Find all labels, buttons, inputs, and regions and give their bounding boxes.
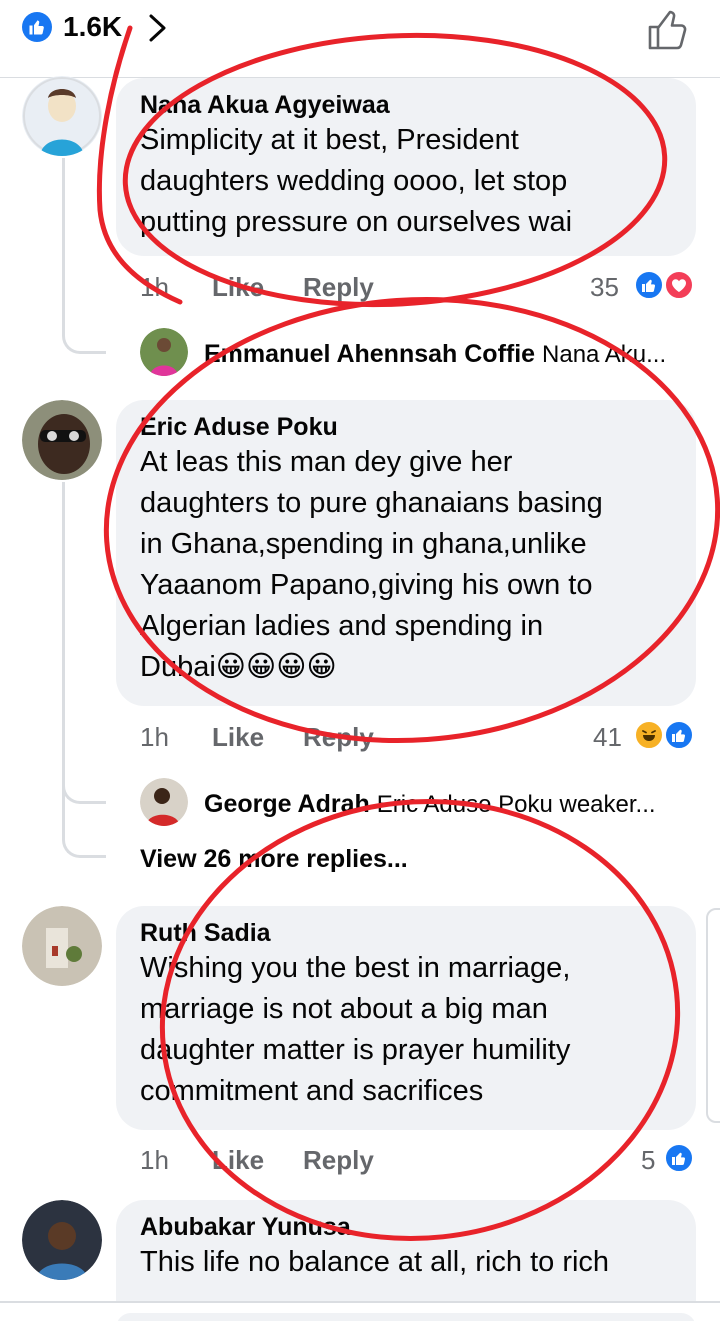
comment-reaction-count[interactable]: 5 bbox=[641, 1145, 655, 1176]
avatar[interactable] bbox=[22, 1200, 102, 1280]
comment-reaction-count[interactable]: 41 bbox=[593, 722, 622, 753]
reply-avatar[interactable] bbox=[140, 328, 188, 376]
chevron-right-icon[interactable] bbox=[146, 12, 170, 44]
comment-author[interactable]: Ruth Sadia bbox=[140, 918, 672, 948]
write-comment-field[interactable] bbox=[116, 1313, 696, 1321]
avatar[interactable] bbox=[22, 76, 102, 156]
reply-author[interactable]: Emmanuel Ahennsah Coffie bbox=[204, 340, 535, 368]
love-reaction-icon bbox=[664, 270, 694, 300]
reply-preview[interactable]: Emmanuel Ahennsah Coffie Nana Aku... bbox=[204, 340, 666, 369]
reply-button[interactable]: Reply bbox=[303, 272, 374, 303]
thumbs-up-outline-icon[interactable] bbox=[646, 8, 690, 52]
reply-text: Eric Aduse Poku weaker... bbox=[376, 791, 656, 818]
reply-text: Nana Aku... bbox=[542, 341, 667, 368]
like-button[interactable]: Like bbox=[212, 722, 264, 753]
comment-text: Simplicity at it best, President daughte… bbox=[140, 124, 573, 238]
comment-bubble: Eric Aduse Poku At leas this man dey giv… bbox=[116, 400, 696, 706]
comment-author[interactable]: Nana Akua Agyeiwaa bbox=[140, 90, 672, 120]
comment-author[interactable]: Abubakar Yunusa bbox=[140, 1212, 672, 1242]
like-reaction-icon bbox=[634, 270, 664, 300]
like-button[interactable]: Like bbox=[212, 1145, 264, 1176]
comment-text: At leas this man dey give her daughters … bbox=[140, 446, 603, 683]
reply-preview[interactable]: George Adrah Eric Aduse Poku weaker... bbox=[204, 790, 656, 819]
comment-bubble: Nana Akua Agyeiwaa Simplicity at it best… bbox=[116, 78, 696, 256]
comment-time: 1h bbox=[140, 272, 169, 302]
like-badge-icon[interactable] bbox=[22, 12, 52, 42]
comment-text: Wishing you the best in marriage, marria… bbox=[140, 952, 571, 1107]
comment-reaction-count[interactable]: 35 bbox=[590, 272, 619, 303]
like-reaction-icon bbox=[664, 720, 694, 750]
reactions-header: 1.6K bbox=[0, 0, 720, 78]
side-scroll-handle[interactable] bbox=[706, 908, 720, 1123]
view-more-replies-link[interactable]: View 26 more replies... bbox=[140, 845, 408, 874]
reaction-count[interactable]: 1.6K bbox=[63, 11, 122, 43]
like-reaction-icon bbox=[664, 1143, 694, 1173]
comment-bubble: Ruth Sadia Wishing you the best in marri… bbox=[116, 906, 696, 1130]
thread-line bbox=[62, 780, 106, 858]
reply-button[interactable]: Reply bbox=[303, 1145, 374, 1176]
reply-avatar[interactable] bbox=[140, 778, 188, 826]
bottom-bar bbox=[0, 1301, 720, 1321]
like-button[interactable]: Like bbox=[212, 272, 264, 303]
reply-button[interactable]: Reply bbox=[303, 722, 374, 753]
thread-line bbox=[62, 158, 106, 354]
comment-actions: 1h Like Reply bbox=[0, 1145, 720, 1177]
comment-text: This life no balance at all, rich to ric… bbox=[140, 1246, 610, 1278]
comment-time: 1h bbox=[140, 722, 169, 752]
reply-author[interactable]: George Adrah bbox=[204, 790, 370, 818]
haha-reaction-icon bbox=[634, 720, 664, 750]
thread-line bbox=[62, 482, 106, 804]
comment-time: 1h bbox=[140, 1145, 169, 1175]
avatar[interactable] bbox=[22, 400, 102, 480]
avatar[interactable] bbox=[22, 906, 102, 986]
comment-author[interactable]: Eric Aduse Poku bbox=[140, 412, 672, 442]
